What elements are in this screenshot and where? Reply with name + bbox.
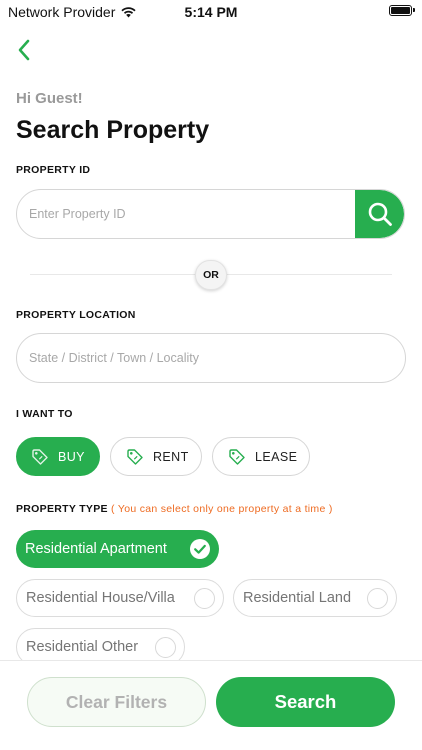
property-type-option-label: Residential Land <box>243 590 352 606</box>
page-title: Search Property <box>16 116 210 144</box>
or-divider: OR <box>195 260 227 290</box>
search-icon <box>368 202 392 226</box>
battery-icon <box>389 5 415 16</box>
property-type-residential-house-villa[interactable]: Residential House/Villa <box>16 579 224 617</box>
back-button[interactable] <box>10 36 38 64</box>
property-location-field <box>16 333 406 383</box>
clock: 5:14 PM <box>184 4 238 20</box>
divider-line-left <box>30 274 195 275</box>
property-id-input[interactable] <box>17 190 347 238</box>
intent-label: I WANT TO <box>16 408 73 420</box>
radio-circle-icon <box>155 636 176 658</box>
intent-option-lease[interactable]: LEASE <box>212 437 310 476</box>
property-type-note: ( You can select only one property at a … <box>111 503 333 515</box>
radio-circle-icon <box>367 587 388 609</box>
radio-circle-icon <box>194 587 215 609</box>
price-tag-icon <box>127 448 143 465</box>
property-type-option-label: Residential Apartment <box>25 541 167 557</box>
greeting-text: Hi Guest! <box>16 90 83 107</box>
property-id-field <box>16 189 405 239</box>
property-id-search-button[interactable] <box>355 190 404 238</box>
intent-option-label: BUY <box>58 449 85 464</box>
property-type-residential-apartment[interactable]: Residential Apartment <box>16 530 219 568</box>
divider-line-right <box>227 274 392 275</box>
price-tag-icon <box>32 448 48 465</box>
intent-option-buy[interactable]: BUY <box>16 437 100 476</box>
property-type-option-label: Residential House/Villa <box>26 590 175 606</box>
clear-filters-button[interactable]: Clear Filters <box>27 677 206 727</box>
bottom-action-bar: Clear Filters Search <box>0 660 422 750</box>
property-type-label: PROPERTY TYPE ( You can select only one … <box>16 503 333 515</box>
search-button[interactable]: Search <box>216 677 395 727</box>
check-circle-icon <box>190 539 210 559</box>
intent-option-label: RENT <box>153 449 189 464</box>
property-location-label: PROPERTY LOCATION <box>16 309 136 321</box>
property-type-title: PROPERTY TYPE <box>16 503 108 515</box>
property-location-input[interactable] <box>17 334 405 382</box>
status-bar: Network Provider 5:14 PM <box>0 0 422 22</box>
property-type-residential-land[interactable]: Residential Land <box>233 579 397 617</box>
chevron-left-icon <box>18 39 30 61</box>
price-tag-icon <box>229 448 245 465</box>
intent-option-rent[interactable]: RENT <box>110 437 202 476</box>
property-type-option-label: Residential Other <box>26 639 139 655</box>
intent-option-label: LEASE <box>255 449 298 464</box>
property-id-label: PROPERTY ID <box>16 164 91 176</box>
